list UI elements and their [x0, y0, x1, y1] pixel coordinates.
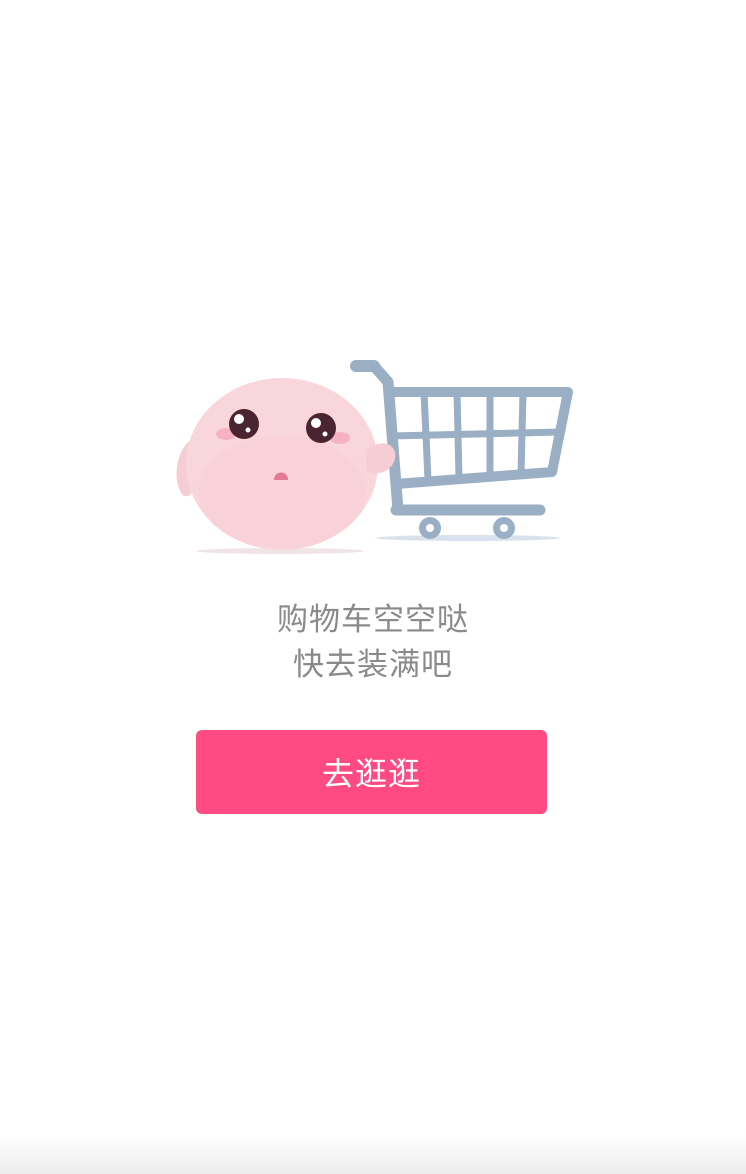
- go-shopping-button[interactable]: 去逛逛: [196, 730, 547, 814]
- empty-cart-message-line2: 快去装满吧: [293, 647, 453, 683]
- empty-cart-message-line1: 购物车空空哒: [277, 602, 469, 638]
- empty-cart-illustration: [170, 352, 580, 558]
- bottom-divider-shade: [0, 1134, 746, 1174]
- empty-cart-message: 购物车空空哒 快去装满吧: [0, 598, 746, 688]
- empty-cart-page: 购物车空空哒 快去装满吧 去逛逛: [0, 0, 746, 1174]
- sad-blob-icon: [176, 378, 396, 554]
